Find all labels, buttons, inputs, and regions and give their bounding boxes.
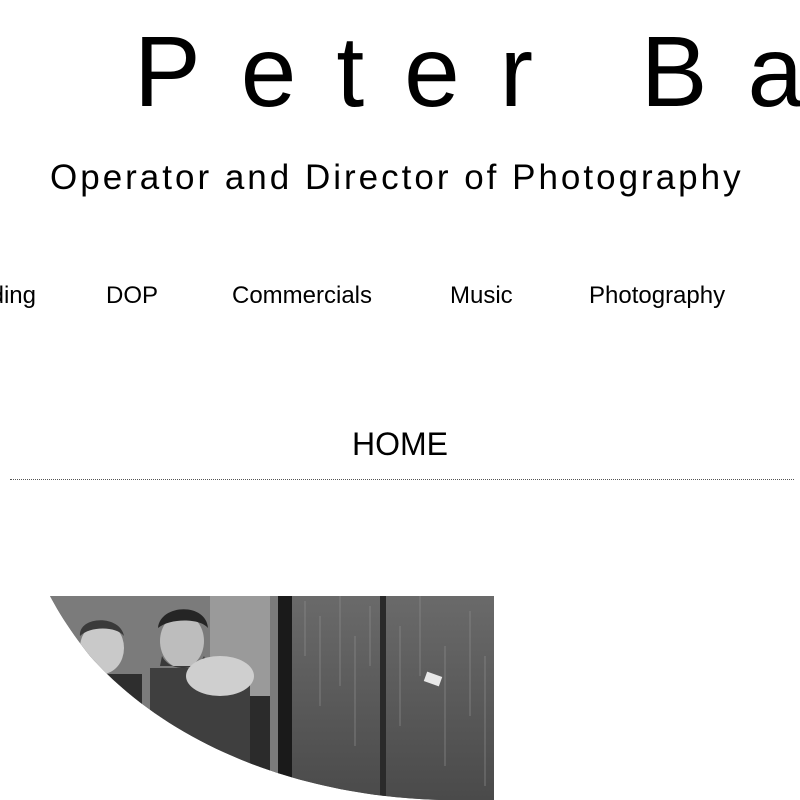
hero-photo[interactable]: [50, 596, 494, 800]
nav-item-grading-label: Grading: [0, 282, 36, 309]
site-title[interactable]: Peter Bate: [0, 22, 800, 122]
photo-image-icon: [50, 596, 494, 800]
nav-item-music[interactable]: Music: [450, 276, 513, 316]
page-title: HOME: [352, 426, 448, 462]
nav-item-photography[interactable]: Photography: [589, 276, 725, 316]
main-nav: Grading DOP Commercials Music Photograph…: [0, 276, 800, 316]
nav-item-dop[interactable]: DOP: [106, 276, 158, 316]
heading-divider: [10, 479, 794, 480]
nav-item-grading[interactable]: Grading: [0, 276, 36, 316]
site-tagline-text: Operator and Director of Photography: [50, 158, 744, 197]
site-tagline: Operator and Director of Photography: [0, 156, 745, 200]
site-title-text: Peter Bate: [134, 22, 800, 122]
nav-item-commercials[interactable]: Commercials: [232, 276, 372, 316]
